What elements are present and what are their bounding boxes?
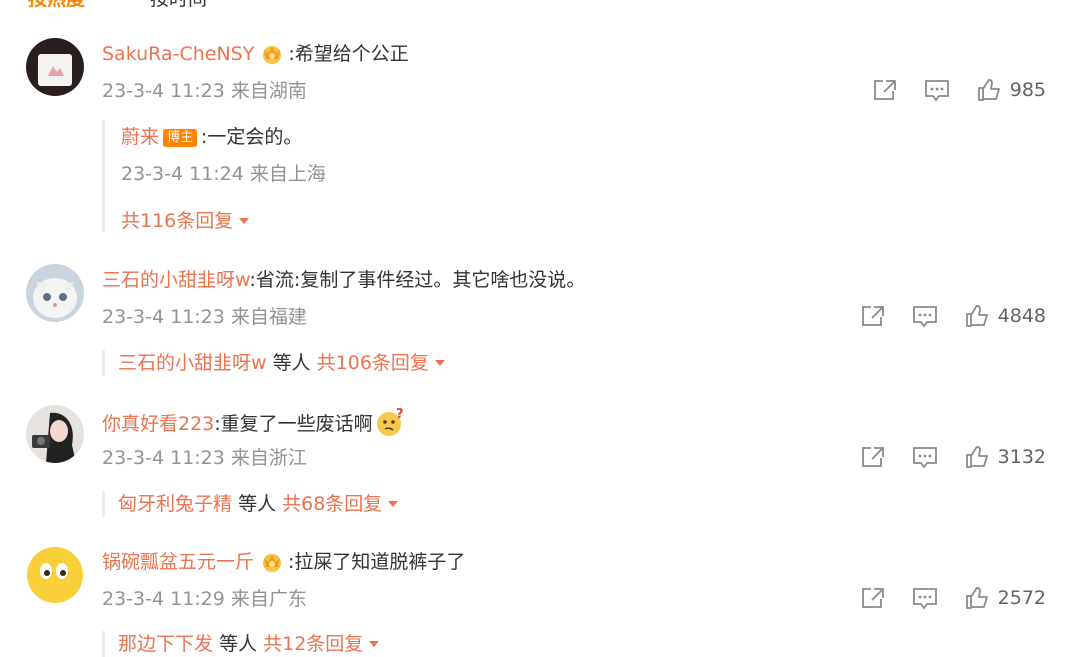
comment-meta: 23-3-4 11:23 来自湖南	[102, 80, 307, 102]
like-button[interactable]: 985	[976, 78, 1046, 102]
thinking-emoji-icon: ?	[375, 407, 405, 445]
reply-header: 蔚来 博主:一定会的。	[121, 124, 302, 150]
avatar[interactable]	[26, 264, 84, 322]
comment-actions: 4848	[834, 302, 1046, 330]
reply-summary-user[interactable]: 那边下下发	[118, 633, 213, 655]
reply-username[interactable]: 蔚来	[121, 126, 159, 148]
reply-text: :一定会的。	[201, 126, 303, 148]
comment-username[interactable]: 你真好看223	[102, 413, 214, 435]
forward-icon	[861, 306, 884, 326]
author-badge: 博主	[163, 129, 198, 147]
comment-icon	[912, 447, 937, 469]
reply-summary-count[interactable]: 共106条回复	[317, 352, 429, 374]
crown-icon	[260, 550, 284, 579]
caret-down-icon	[239, 218, 250, 224]
reply-summary-others: 等人	[238, 493, 277, 515]
comment-header: 你真好看223:重复了一些废话啊?	[102, 407, 405, 436]
comment-meta: 23-3-4 11:29 来自广东	[102, 588, 307, 610]
forward-button[interactable]	[860, 445, 886, 469]
comment-username[interactable]: 锅碗瓢盆五元一斤	[102, 551, 254, 573]
comment-actions: 3132	[834, 443, 1046, 471]
forward-icon	[861, 447, 884, 467]
forward-icon	[873, 80, 896, 100]
reply-summary-count[interactable]: 共12条回复	[263, 633, 363, 655]
like-button[interactable]: 2572	[964, 586, 1046, 610]
comment-text: :省流:复制了事件经过。其它啥也没说。	[249, 269, 586, 291]
tab-hot[interactable]: 按热度	[28, 0, 85, 11]
comment-button[interactable]	[912, 304, 938, 328]
caret-down-icon	[388, 501, 399, 507]
reply-divider	[102, 491, 105, 517]
comment-header: SakuRa-CheNSY :希望给个公正	[102, 41, 409, 67]
comment-text: :希望给个公正	[288, 43, 409, 65]
like-count: 985	[1009, 79, 1046, 101]
comment-meta: 23-3-4 11:23 来自福建	[102, 306, 307, 328]
comment-icon	[924, 80, 949, 102]
like-icon	[965, 305, 988, 327]
reply-summary-others: 等人	[219, 633, 258, 655]
reply-summary-others: 等人	[272, 352, 311, 374]
comment-text: :重复了一些废话啊	[214, 413, 373, 435]
more-replies-link[interactable]: 共116条回复	[121, 208, 250, 234]
reply-summary-user[interactable]: 三石的小甜韭呀w	[118, 352, 267, 374]
avatar[interactable]	[26, 546, 84, 604]
reply-summary-link[interactable]: 匈牙利兔子精 等人 共68条回复	[118, 491, 399, 517]
like-icon	[965, 446, 988, 468]
comment-icon	[912, 588, 937, 610]
more-replies-count: 共116条回复	[121, 210, 234, 232]
comment-username[interactable]: SakuRa-CheNSY	[102, 43, 254, 65]
like-icon	[977, 79, 1000, 101]
caret-down-icon	[369, 641, 380, 647]
comment-text: :拉屎了知道脱裤子了	[288, 551, 466, 573]
reply-summary-count[interactable]: 共68条回复	[282, 493, 382, 515]
forward-button[interactable]	[872, 78, 898, 102]
svg-text:?: ?	[396, 408, 404, 422]
reply-divider	[102, 350, 105, 376]
reply-summary-user[interactable]: 匈牙利兔子精	[118, 493, 232, 515]
comment-username[interactable]: 三石的小甜韭呀w	[102, 269, 250, 291]
like-count: 4848	[997, 305, 1046, 327]
like-count: 2572	[997, 587, 1046, 609]
like-button[interactable]: 4848	[964, 304, 1046, 328]
comment-button[interactable]	[924, 78, 950, 102]
comment-actions: 2572	[834, 584, 1046, 612]
forward-button[interactable]	[860, 304, 886, 328]
reply-summary-link[interactable]: 三石的小甜韭呀w 等人 共106条回复	[118, 350, 445, 376]
comment-button[interactable]	[912, 586, 938, 610]
reply-summary-link[interactable]: 那边下下发 等人 共12条回复	[118, 631, 380, 657]
crown-icon	[260, 42, 284, 71]
reply-meta: 23-3-4 11:24 来自上海	[121, 163, 326, 185]
comment-icon	[912, 306, 937, 328]
comment-meta: 23-3-4 11:23 来自浙江	[102, 447, 307, 469]
avatar[interactable]	[26, 38, 84, 96]
comment-header: 锅碗瓢盆五元一斤 :拉屎了知道脱裤子了	[102, 549, 465, 575]
like-button[interactable]: 3132	[964, 445, 1046, 469]
comment-button[interactable]	[912, 445, 938, 469]
forward-button[interactable]	[860, 586, 886, 610]
like-icon	[965, 587, 988, 609]
comment-actions: 985	[846, 76, 1046, 104]
reply-block: 蔚来 博主:一定会的。 23-3-4 11:24 来自上海 共116条回复	[102, 120, 326, 232]
tab-time[interactable]: 按时间	[150, 0, 207, 11]
caret-down-icon	[434, 360, 445, 366]
avatar[interactable]	[26, 405, 84, 463]
comment-header: 三石的小甜韭呀w:省流:复制了事件经过。其它啥也没说。	[102, 267, 585, 293]
forward-icon	[861, 588, 884, 608]
like-count: 3132	[997, 446, 1046, 468]
reply-divider	[102, 631, 105, 657]
